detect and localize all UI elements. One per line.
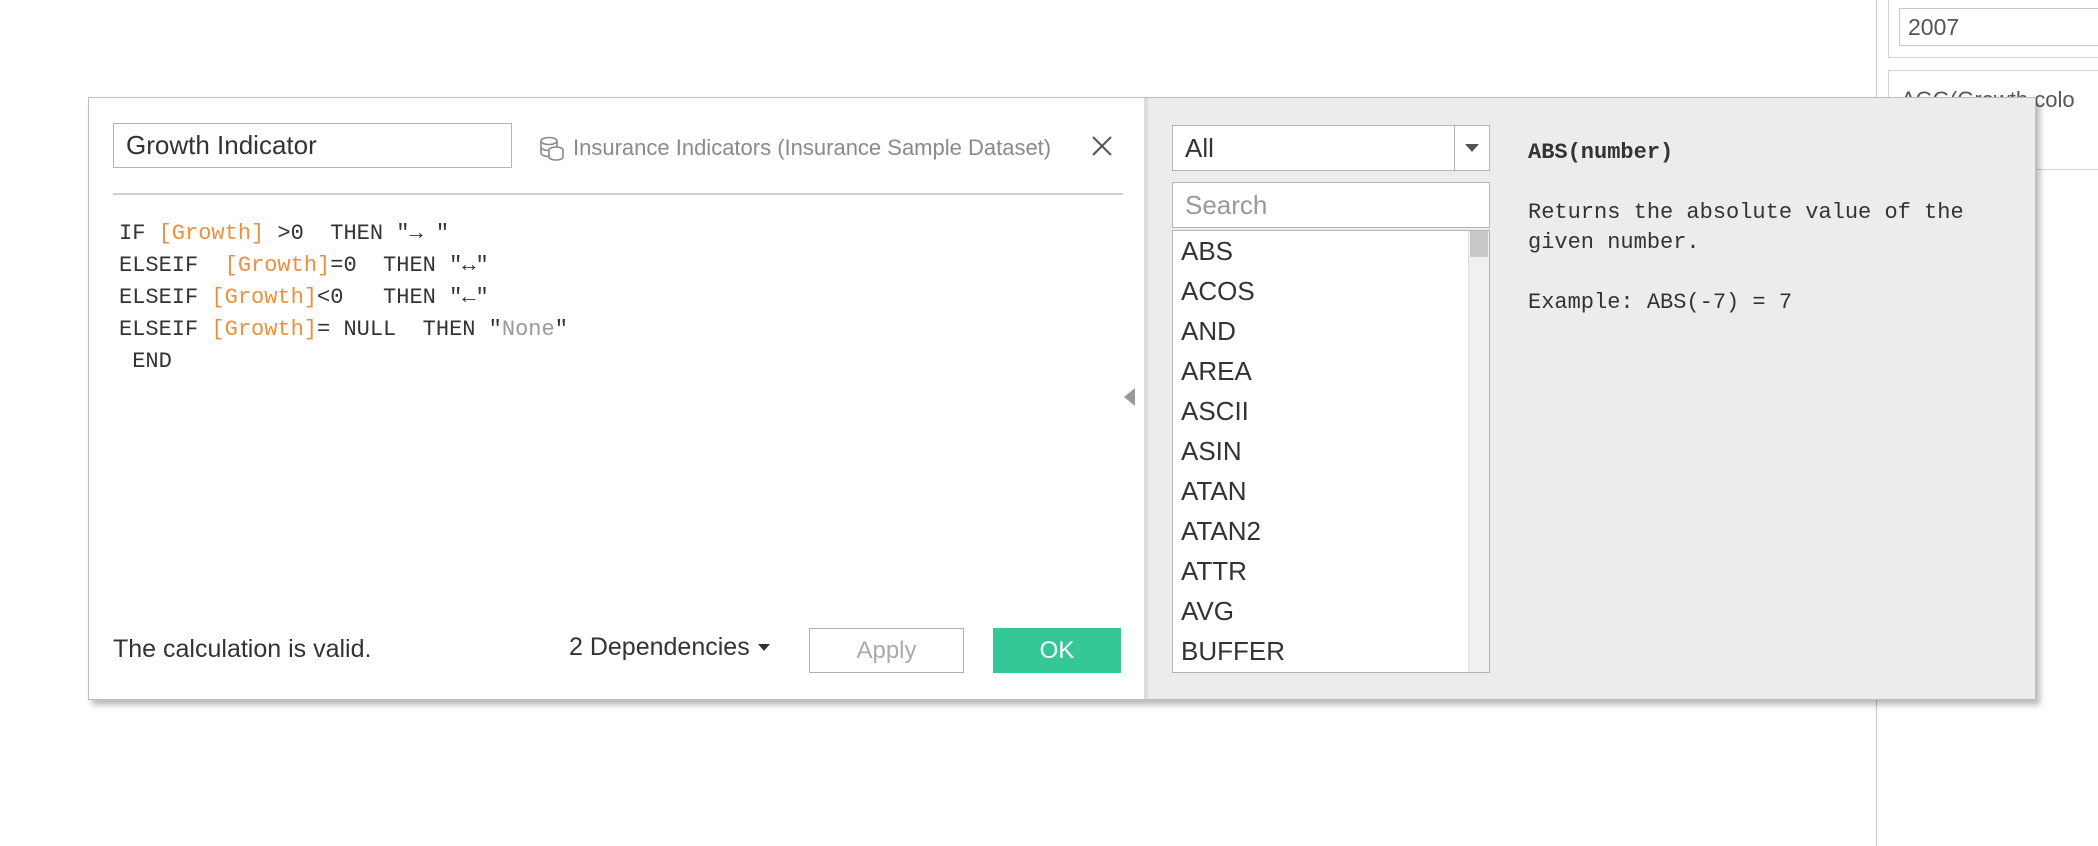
function-list-item[interactable]: AVG bbox=[1173, 591, 1489, 631]
field-reference: [Growth] bbox=[211, 285, 318, 310]
datasource-name: Insurance Indicators (Insurance Sample D… bbox=[573, 135, 1052, 160]
keyword: ELSEIF bbox=[119, 253, 225, 278]
function-list-item[interactable]: ATAN bbox=[1173, 471, 1489, 511]
function-list-item[interactable]: BUFFER bbox=[1173, 631, 1489, 671]
function-list-item[interactable]: ASCII bbox=[1173, 391, 1489, 431]
chevron-down-icon bbox=[1465, 144, 1479, 152]
field-reference: [Growth] bbox=[224, 253, 331, 278]
formula-line: ELSEIF [Growth]=0 THEN "↔" bbox=[119, 250, 568, 282]
ok-button[interactable]: OK bbox=[993, 628, 1121, 673]
calculation-dialog: Growth Indicator Insurance Indicators (I… bbox=[88, 97, 2036, 700]
function-category-select[interactable]: All bbox=[1172, 125, 1490, 171]
function-search-input[interactable] bbox=[1172, 182, 1490, 228]
database-icon bbox=[540, 136, 564, 161]
function-example: Example: ABS(-7) = 7 bbox=[1528, 290, 1793, 315]
formula-line: END bbox=[119, 349, 172, 374]
function-reference-pane: All ABSACOSANDAREAASCIIASINATANATAN2ATTR… bbox=[1144, 98, 2035, 699]
dropdown-button[interactable] bbox=[1454, 126, 1489, 170]
keyword: IF bbox=[119, 221, 159, 246]
year-filter-input[interactable]: 2007 bbox=[1899, 8, 2098, 46]
calculation-name-input[interactable]: Growth Indicator bbox=[113, 123, 512, 168]
function-help: ABS(number) Returns the absolute value o… bbox=[1528, 138, 2008, 318]
validation-status: The calculation is valid. bbox=[113, 635, 372, 663]
formula-line: ELSEIF [Growth]<0 THEN "←" bbox=[119, 282, 568, 314]
keyword: ELSEIF bbox=[119, 285, 212, 310]
function-list[interactable]: ABS ACOS AND AREA ASCII ASIN ATAN ATAN2 ATTR AVG B… bbox=[1172, 230, 1490, 673]
field-reference: [Growth] bbox=[211, 317, 318, 342]
function-list-item[interactable]: AND bbox=[1173, 311, 1489, 351]
function-list-item[interactable]: ASIN bbox=[1173, 431, 1489, 471]
formula-text: = NULL THEN " bbox=[317, 317, 502, 342]
function-signature: ABS(number) bbox=[1528, 140, 1674, 165]
formula-text: =0 THEN "↔" bbox=[330, 253, 489, 278]
calculation-editor-pane: Growth Indicator Insurance Indicators (I… bbox=[89, 98, 1144, 699]
scrollbar-thumb[interactable] bbox=[1470, 231, 1488, 257]
formula-text: <0 THEN "←" bbox=[317, 285, 489, 310]
keyword: ELSEIF bbox=[119, 317, 212, 342]
dependencies-dropdown[interactable]: 2 Dependencies bbox=[569, 633, 770, 662]
function-list-item[interactable]: ACOS bbox=[1173, 271, 1489, 311]
function-list-scrollbar[interactable] bbox=[1468, 231, 1489, 672]
function-list-item[interactable]: AREA bbox=[1173, 351, 1489, 391]
string-literal: None bbox=[501, 317, 555, 342]
formula-line: ELSEIF [Growth]= NULL THEN "None" bbox=[119, 314, 568, 346]
formula-editor[interactable]: IF [Growth] >0 THEN "→ " ELSEIF [Growth]=… bbox=[119, 218, 568, 378]
collapse-panel-icon[interactable] bbox=[1124, 388, 1135, 406]
formula-text: " bbox=[554, 317, 568, 342]
dependencies-label: 2 Dependencies bbox=[569, 633, 750, 661]
formula-text: >0 THEN "→ " bbox=[264, 221, 450, 246]
header-divider bbox=[113, 193, 1123, 195]
function-list-item[interactable]: ATAN2 bbox=[1173, 511, 1489, 551]
selected-category: All bbox=[1185, 133, 1214, 163]
field-reference: [Growth] bbox=[158, 221, 265, 246]
function-description: Returns the absolute value of the given … bbox=[1528, 200, 1977, 255]
close-icon[interactable] bbox=[1087, 131, 1117, 161]
caret-down-icon bbox=[757, 644, 770, 651]
formula-line: IF [Growth] >0 THEN "→ " bbox=[119, 218, 568, 250]
apply-button[interactable]: Apply bbox=[809, 628, 964, 673]
function-list-item[interactable]: ATTR bbox=[1173, 551, 1489, 591]
datasource-label: Insurance Indicators (Insurance Sample D… bbox=[537, 133, 1051, 163]
function-list-item[interactable]: ABS bbox=[1173, 231, 1489, 271]
